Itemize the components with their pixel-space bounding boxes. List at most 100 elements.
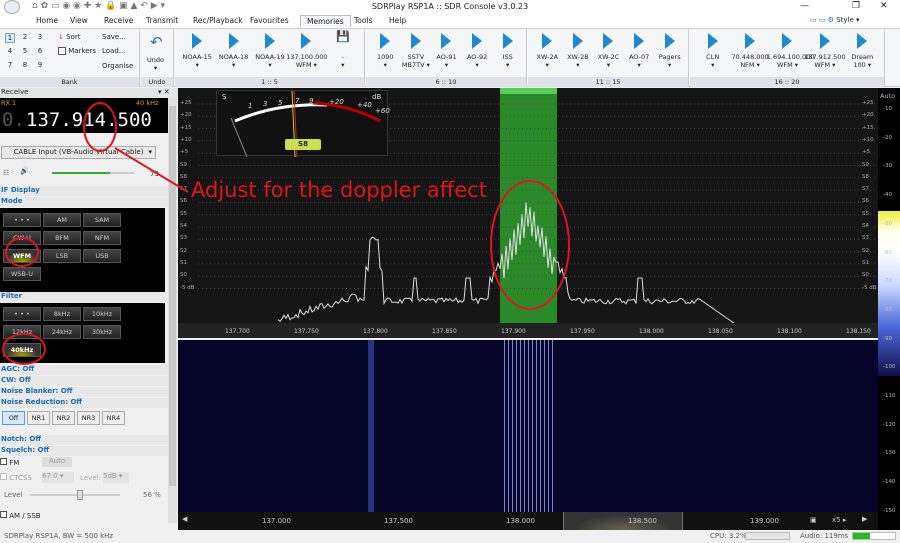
ctcss-select[interactable]: 67.0 ▾ bbox=[42, 472, 74, 483]
annotation-circle-frequency bbox=[83, 102, 117, 152]
memory-item[interactable]: AO-91 ▾ bbox=[429, 33, 464, 69]
panel-scrollbar[interactable] bbox=[168, 98, 177, 523]
memory-item[interactable]: NOAA-15 ▾ bbox=[177, 33, 217, 69]
memory-item[interactable]: 70.448.000 NFM ▾ bbox=[729, 33, 770, 69]
memory-item[interactable]: NOAA-18 ▾ bbox=[213, 33, 253, 69]
squelch-header[interactable]: Squelch: Off bbox=[0, 446, 168, 456]
squelch-auto-button[interactable]: Auto bbox=[42, 457, 72, 467]
bank-7[interactable]: 7 bbox=[5, 61, 15, 69]
volume-slider[interactable] bbox=[52, 172, 134, 174]
mode-usb-button[interactable]: USB bbox=[83, 249, 121, 263]
scroll-left-icon[interactable]: ◀ bbox=[182, 515, 187, 523]
memory-item[interactable]: 137.912.500 WFM ▾ bbox=[804, 33, 846, 69]
organise-button[interactable]: Organise bbox=[102, 62, 133, 70]
tab-receive[interactable]: Receive bbox=[104, 16, 133, 25]
memory-item[interactable]: 137.100.000 WFM ▾ bbox=[286, 33, 328, 69]
am-ssb-checkbox[interactable]: AM / SSB bbox=[0, 511, 41, 520]
tab-tools[interactable]: Tools bbox=[354, 16, 372, 25]
noise-reduction-header[interactable]: Noise Reduction: Off bbox=[0, 398, 168, 408]
filter-10khz-button[interactable]: 10kHz bbox=[83, 307, 121, 321]
panel-pin-close[interactable]: ▾ ✕ bbox=[158, 88, 170, 96]
meter-scale-label: +40 bbox=[357, 101, 372, 109]
tab-help[interactable]: Help bbox=[389, 16, 406, 25]
fm-checkbox[interactable]: FM bbox=[0, 458, 19, 467]
memory-item[interactable]: XW-2C ▾ bbox=[591, 33, 626, 69]
filter-24khz-button[interactable]: 24kHz bbox=[43, 325, 81, 339]
tab-home[interactable]: Home bbox=[36, 16, 58, 25]
filter-30khz-button[interactable]: 30kHz bbox=[83, 325, 121, 339]
tab-memories[interactable]: Memories bbox=[300, 15, 351, 27]
memory-item[interactable]: XW-2A ▾ bbox=[530, 33, 565, 69]
notch-header[interactable]: Notch: Off bbox=[0, 435, 168, 445]
squelch-level-slider[interactable] bbox=[30, 490, 120, 500]
bank-6[interactable]: 6 bbox=[35, 47, 45, 55]
memory-item[interactable]: 1090 ▾ bbox=[368, 33, 403, 69]
noise-blanker-header[interactable]: Noise Blanker: Off bbox=[0, 387, 168, 397]
overview-bar[interactable]: ◀ 137.000 137.500 138.000 138.500 139.000 ▣ … bbox=[178, 512, 878, 530]
bank-5[interactable]: 5 bbox=[20, 47, 30, 55]
restore-button[interactable]: ❐ bbox=[852, 1, 860, 11]
bank-4[interactable]: 4 bbox=[5, 47, 15, 55]
waterfall-level-scale[interactable]: Auto -10 -20 -30 -40 -50 -60 -70 -80 -90 -100 -110… bbox=[878, 88, 900, 530]
frequency-axis[interactable]: 137.700 137.750 137.800 137.850 137.900 137.9… bbox=[178, 323, 878, 338]
memory-item[interactable]: XW-2B ▾ bbox=[561, 33, 596, 69]
memory-item[interactable]: Dream 100 ▾ bbox=[842, 33, 883, 69]
db-label-left: +10 bbox=[180, 136, 192, 143]
filter--button[interactable]: • • • bbox=[3, 307, 41, 321]
mode-sam-button[interactable]: SAM bbox=[83, 213, 121, 227]
tab-recplayback[interactable]: Rec/Playback bbox=[193, 16, 243, 25]
memory-item[interactable]: AO-07 ▾ bbox=[622, 33, 657, 69]
save-button[interactable]: Save... bbox=[102, 33, 126, 41]
ctcss-checkbox[interactable]: CTCSS bbox=[0, 473, 32, 482]
bank-2[interactable]: 2 bbox=[20, 33, 30, 41]
memory-item[interactable]: CLN ▾ bbox=[692, 33, 733, 69]
level-select[interactable]: 5dB ▾ bbox=[103, 472, 129, 483]
memory-item[interactable]: AO-92 ▾ bbox=[460, 33, 495, 69]
minimize-button[interactable]: — bbox=[800, 1, 809, 11]
tab-view[interactable]: View bbox=[70, 16, 88, 25]
nr-nr1-button[interactable]: NR1 bbox=[27, 411, 50, 425]
memory-item[interactable]: ISS ▾ bbox=[490, 33, 525, 69]
mode-lsb-button[interactable]: LSB bbox=[43, 249, 81, 263]
undo-button[interactable]: Undo ▾ bbox=[147, 56, 164, 72]
mode-bfm-button[interactable]: BFM bbox=[43, 231, 81, 245]
radio-icon[interactable]: ▣ bbox=[810, 516, 817, 524]
nr-nr3-button[interactable]: NR3 bbox=[77, 411, 100, 425]
bank-8[interactable]: 8 bbox=[20, 61, 30, 69]
close-button[interactable]: ✕ bbox=[880, 1, 888, 11]
load-button[interactable]: Load... bbox=[102, 47, 125, 55]
speaker-icon[interactable]: 🔊 bbox=[20, 167, 29, 175]
scroll-right-icon[interactable]: ▶ bbox=[862, 515, 867, 523]
bank-3[interactable]: 3 bbox=[35, 33, 45, 41]
tab-transmit[interactable]: Transmit bbox=[146, 16, 178, 25]
equalizer-icon[interactable]: ☷ bbox=[3, 169, 9, 177]
if-display-header[interactable]: IF Display bbox=[0, 186, 168, 196]
nr-nr4-button[interactable]: NR4 bbox=[102, 411, 125, 425]
tab-favourites[interactable]: Favourites bbox=[250, 16, 289, 25]
mode--button[interactable]: • • • bbox=[3, 213, 41, 227]
mode-nfm-button[interactable]: NFM bbox=[83, 231, 121, 245]
memory-item[interactable]: 1.694.100.000 WFM ▾ bbox=[767, 33, 814, 69]
zoom-selector[interactable]: x5 ▸ bbox=[832, 516, 846, 524]
style-menu[interactable]: ▭ ▭ ⚙ Style ▾ bbox=[810, 16, 860, 24]
bank-9[interactable]: 9 bbox=[35, 61, 45, 69]
mode-header[interactable]: Mode bbox=[0, 197, 168, 207]
memory-item[interactable]: NOAA-19 ▾ bbox=[250, 33, 290, 69]
filter-8khz-button[interactable]: 8kHz bbox=[43, 307, 81, 321]
audio-input-select[interactable]: CABLE Input (VB-Audio Virtual Cable) ▾ bbox=[1, 146, 156, 159]
nr-nr2-button[interactable]: NR2 bbox=[52, 411, 75, 425]
markers-checkbox[interactable]: Markers bbox=[58, 47, 96, 55]
filter-header[interactable]: Filter bbox=[0, 292, 168, 302]
bank-1[interactable]: 1 bbox=[5, 33, 15, 43]
memory-item[interactable]: 💾 - ▾ bbox=[323, 31, 363, 69]
memory-item[interactable]: SSTV MB7TV ▾ bbox=[399, 33, 434, 69]
sort-button[interactable]: ↓ Sort bbox=[58, 33, 80, 41]
nr-off-button[interactable]: Off bbox=[2, 411, 25, 425]
mode-wsbu-button[interactable]: WSB-U bbox=[3, 267, 41, 281]
agc-header[interactable]: AGC: Off bbox=[0, 365, 168, 375]
auto-button[interactable]: Auto bbox=[880, 92, 895, 100]
waterfall-display[interactable] bbox=[178, 340, 878, 512]
mode-am-button[interactable]: AM bbox=[43, 213, 81, 227]
memory-item[interactable]: Pagers ▾ bbox=[652, 33, 687, 69]
cw-header[interactable]: CW: Off bbox=[0, 376, 168, 386]
